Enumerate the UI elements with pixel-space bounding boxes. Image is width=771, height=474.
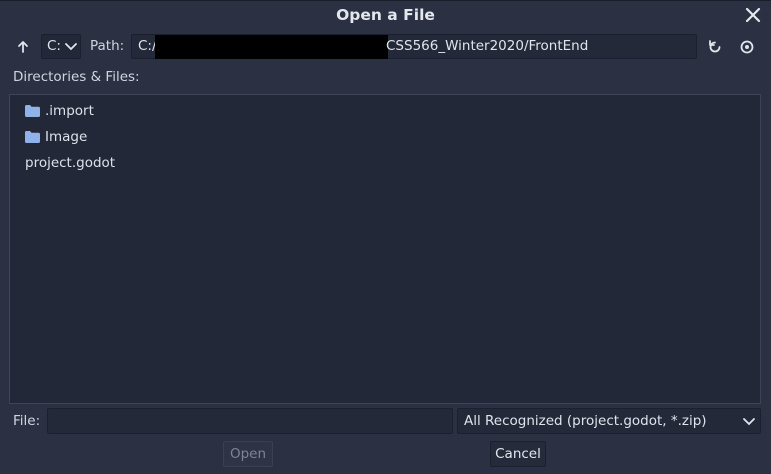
path-label: Path:: [90, 38, 125, 54]
drive-value: C:: [47, 38, 61, 54]
close-icon[interactable]: [743, 5, 763, 25]
go-up-icon[interactable]: [12, 36, 34, 58]
list-item-label: project.godot: [25, 155, 116, 171]
file-label: File:: [13, 413, 41, 429]
title-bar: Open a File: [0, 1, 771, 31]
list-item-image-folder[interactable]: Image: [25, 126, 87, 148]
list-item-import-folder[interactable]: .import: [25, 100, 94, 122]
path-suffix: CSS566_Winter2020/FrontEnd: [386, 38, 589, 54]
files-section-label: Directories & Files:: [13, 69, 140, 85]
toggle-hidden-files-eye-icon[interactable]: [736, 36, 758, 58]
list-item-label: .import: [45, 103, 94, 119]
chevron-down-icon: [743, 418, 755, 426]
path-prefix: C:/: [138, 38, 157, 54]
refresh-icon[interactable]: [704, 36, 726, 58]
cancel-button[interactable]: Cancel: [490, 441, 546, 467]
file-filter-select[interactable]: All Recognized (project.godot, *.zip): [457, 408, 761, 434]
chevron-down-icon: [65, 43, 77, 51]
open-button[interactable]: Open: [223, 441, 273, 467]
redacted-path-segment: [155, 35, 388, 59]
drive-select[interactable]: C:: [41, 34, 81, 59]
path-input[interactable]: C:/ CSS566_Winter2020/FrontEnd: [131, 34, 697, 59]
filter-value: All Recognized (project.godot, *.zip): [464, 413, 707, 429]
folder-icon: [25, 105, 40, 117]
list-item-label: Image: [45, 129, 88, 145]
file-list[interactable]: .import Image project.godot: [9, 94, 761, 404]
file-name-input[interactable]: [47, 408, 453, 434]
dialog-title: Open a File: [336, 6, 435, 24]
open-file-dialog: Open a File C: Path: C:/ CSS566_Winter20…: [0, 0, 771, 474]
list-item-project-file[interactable]: project.godot: [25, 152, 115, 174]
folder-icon: [25, 131, 40, 143]
